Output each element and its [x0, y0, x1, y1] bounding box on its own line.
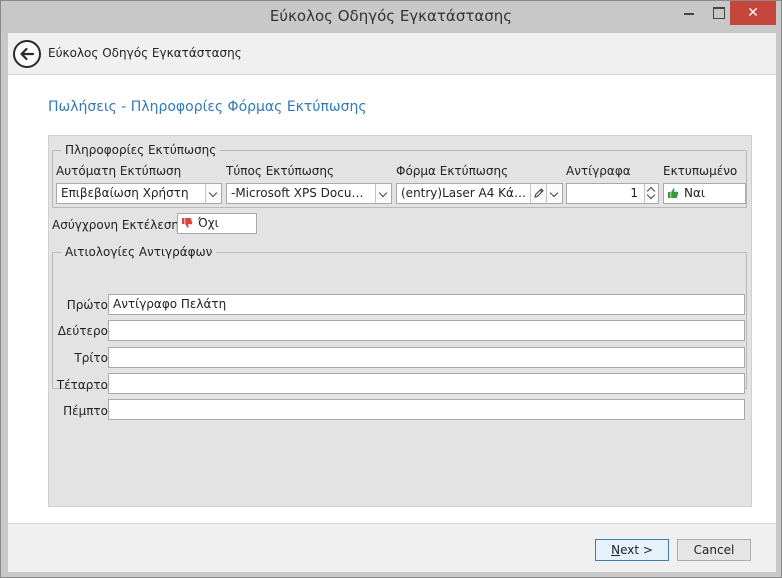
reason-label-5: Πέμπτο — [63, 404, 108, 418]
form-panel: Πληροφορίες Εκτύπωσης Αυτόματη Εκτύπωση … — [48, 135, 752, 507]
nav-bar: Εύκολος Οδηγός Εγκατάστασης — [8, 33, 776, 75]
chevron-down-icon[interactable] — [205, 184, 221, 203]
button-bar: Next > Cancel — [8, 523, 776, 572]
printed-label: Εκτυπωμένο — [663, 164, 738, 178]
reason-label-1: Πρώτο — [66, 298, 108, 312]
auto-print-select[interactable]: Επιβεβαίωση Χρήστη — [56, 183, 222, 204]
copies-value: 1 — [630, 186, 638, 200]
async-exec-value: Όχι — [198, 216, 219, 230]
next-button[interactable]: Next > — [595, 539, 669, 561]
auto-print-label: Αυτόματη Εκτύπωση — [56, 164, 182, 178]
page-title: Πωλήσεις - Πληροφορίες Φόρμας Εκτύπωσης — [48, 99, 367, 115]
reason-label-2: Δεύτερο — [57, 324, 108, 338]
copies-label: Αντίγραφα — [566, 164, 631, 178]
copies-stepper[interactable]: 1 — [566, 183, 659, 204]
next-label: ext > — [620, 543, 653, 557]
close-button[interactable]: ✕ — [730, 1, 776, 25]
reason-field-2[interactable] — [108, 320, 745, 341]
edit-pencil-button[interactable] — [530, 184, 546, 203]
spin-buttons[interactable] — [644, 184, 658, 203]
cancel-button[interactable]: Cancel — [677, 539, 751, 561]
reason-field-3[interactable] — [108, 347, 745, 368]
async-exec-label: Ασύγχρονη Εκτέλεση — [52, 218, 180, 232]
auto-print-value: Επιβεβαίωση Χρήστη — [61, 186, 189, 200]
reason-label-4: Τέταρτο — [56, 378, 108, 392]
print-type-value: -Microsoft XPS Document Writer — [231, 186, 391, 200]
thumbs-up-icon — [668, 188, 679, 198]
print-info-legend: Πληροφορίες Εκτύπωσης — [65, 143, 217, 157]
reason-value-1: Αντίγραφο Πελάτη — [113, 297, 227, 311]
reason-field-4[interactable] — [108, 373, 745, 394]
nav-title: Εύκολος Οδηγός Εγκατάστασης — [48, 46, 242, 60]
pencil-icon — [534, 188, 544, 198]
wizard-client: Εύκολος Οδηγός Εγκατάστασης Πωλήσεις - Π… — [8, 33, 776, 572]
chevron-down-icon[interactable] — [375, 184, 391, 203]
print-form-select[interactable]: (entry)Laser A4 Κάθετη — [396, 183, 563, 204]
wizard-window: Εύκολος Οδηγός Εγκατάστασης ✕ Εύκολος Οδ… — [0, 0, 782, 578]
printed-value: Ναι — [684, 186, 705, 200]
reason-label-3: Τρίτο — [74, 351, 108, 365]
back-arrow-icon — [20, 47, 35, 61]
thumbs-down-icon — [182, 218, 193, 228]
copy-reasons-legend: Αιτιολογίες Αντιγράφων — [65, 245, 213, 259]
back-button[interactable] — [13, 40, 41, 68]
title-bar[interactable]: Εύκολος Οδηγός Εγκατάστασης ✕ — [1, 1, 781, 33]
print-type-label: Τύπος Εκτύπωσης — [226, 164, 335, 178]
printed-toggle[interactable]: Ναι — [663, 183, 746, 204]
reason-field-5[interactable] — [108, 399, 745, 420]
print-type-select[interactable]: -Microsoft XPS Document Writer — [226, 183, 392, 204]
window-title: Εύκολος Οδηγός Εγκατάστασης — [269, 7, 513, 25]
next-mnemonic: N — [611, 543, 621, 557]
chevron-down-icon[interactable] — [546, 184, 562, 203]
reason-field-1[interactable]: Αντίγραφο Πελάτη — [108, 294, 745, 315]
print-form-label: Φόρμα Εκτύπωσης — [396, 164, 509, 178]
async-exec-toggle[interactable]: Όχι — [177, 213, 257, 234]
